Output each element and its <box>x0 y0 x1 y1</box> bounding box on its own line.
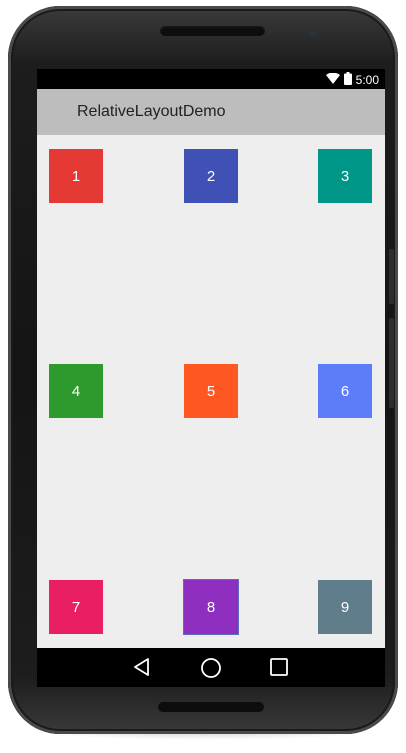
screen: 5:00 RelativeLayoutDemo 1 2 3 4 5 6 7 8 … <box>37 69 385 687</box>
box-6[interactable]: 6 <box>318 364 372 418</box>
box-label: 4 <box>71 382 81 400</box>
app-bar: RelativeLayoutDemo <box>37 89 385 135</box>
relative-layout-content: 1 2 3 4 5 6 7 8 9 <box>37 135 385 648</box>
box-label: 5 <box>206 382 216 400</box>
box-label: 6 <box>340 382 350 400</box>
app-title: RelativeLayoutDemo <box>77 103 226 120</box>
box-label: 8 <box>206 598 216 616</box>
box-2[interactable]: 2 <box>184 149 238 203</box>
power-button <box>389 249 394 304</box>
box-7[interactable]: 7 <box>49 580 103 634</box>
front-camera <box>310 30 317 37</box>
wifi-icon <box>325 72 340 87</box>
volume-button <box>389 318 394 408</box>
battery-icon <box>343 72 352 88</box>
box-label: 9 <box>340 598 350 616</box>
box-8[interactable]: 8 <box>183 579 239 635</box>
status-time: 5:00 <box>355 73 379 87</box>
back-icon[interactable] <box>132 657 152 682</box>
box-5[interactable]: 5 <box>184 364 238 418</box>
navigation-bar <box>37 648 385 687</box>
box-label: 7 <box>71 598 81 616</box>
home-icon[interactable] <box>200 657 222 684</box>
box-3[interactable]: 3 <box>318 149 372 203</box>
phone-frame: 5:00 RelativeLayoutDemo 1 2 3 4 5 6 7 8 … <box>8 6 398 734</box>
bottom-speaker <box>158 702 264 712</box>
status-bar: 5:00 <box>37 69 385 89</box>
recent-apps-icon[interactable] <box>269 657 289 682</box>
box-label: 3 <box>340 167 350 185</box>
box-4[interactable]: 4 <box>49 364 103 418</box>
earpiece-speaker <box>160 26 265 36</box>
box-label: 2 <box>206 167 216 185</box>
box-9[interactable]: 9 <box>318 580 372 634</box>
box-1[interactable]: 1 <box>49 149 103 203</box>
box-label: 1 <box>71 167 81 185</box>
